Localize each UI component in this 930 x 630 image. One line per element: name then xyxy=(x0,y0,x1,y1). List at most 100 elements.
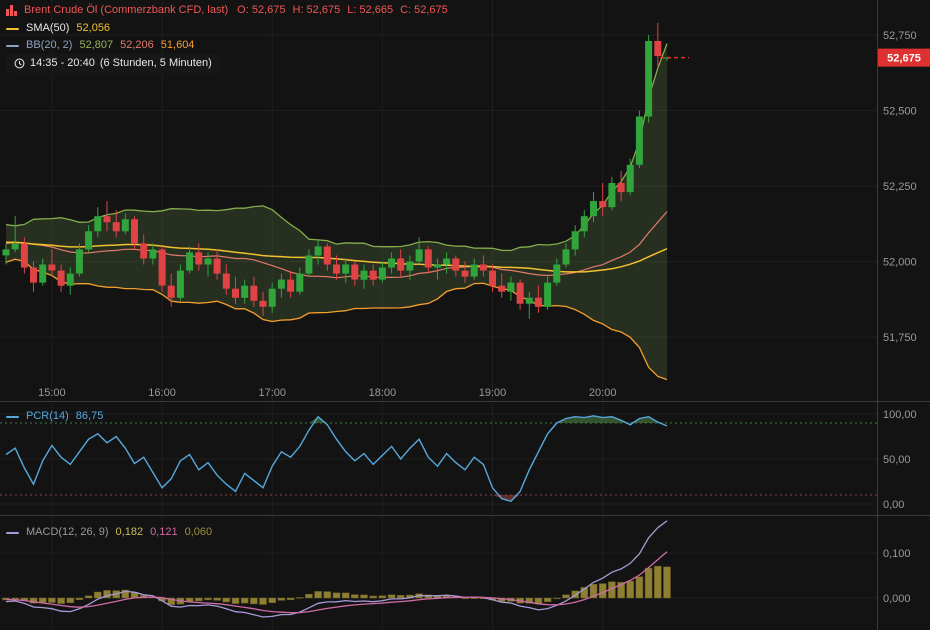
candle xyxy=(287,280,294,292)
bollinger-lower-value: 51,604 xyxy=(161,39,195,52)
macd-histogram-bar xyxy=(654,566,661,598)
macd-histogram-bar xyxy=(388,595,395,598)
candle xyxy=(269,289,276,307)
candle xyxy=(186,252,193,270)
trading-chart-app: 52,75052,50052,25052,00051,750100,0050,0… xyxy=(0,0,930,630)
bollinger-legend: BB(20, 2) 52,807 52,206 51,604 xyxy=(6,39,194,52)
axis-tick-label: 19:00 xyxy=(479,387,507,399)
candle xyxy=(39,265,46,283)
candle xyxy=(443,259,450,265)
candle xyxy=(416,249,423,261)
candle xyxy=(177,271,184,298)
candle xyxy=(260,301,267,307)
candle xyxy=(140,243,147,258)
time-axis[interactable]: 15:0016:0017:0018:0019:0020:00 xyxy=(38,387,616,399)
bollinger-upper-value: 52,807 xyxy=(79,39,113,52)
candle xyxy=(315,246,322,255)
ohlc-low: L: 52,665 xyxy=(347,4,393,17)
macd-histogram-bar xyxy=(205,598,212,600)
candle xyxy=(168,286,175,298)
macd-histogram-bar xyxy=(324,592,331,598)
macd-histogram-bar xyxy=(48,598,55,603)
macd-histogram-bar xyxy=(370,596,377,598)
macd-histogram-bar xyxy=(241,598,248,603)
candle xyxy=(379,268,386,280)
candle xyxy=(76,249,83,273)
candle xyxy=(342,265,349,274)
bollinger-fill xyxy=(6,44,667,380)
macd-signal-value: 0,121 xyxy=(150,526,178,539)
candle xyxy=(67,274,74,286)
axis-tick-label: 15:00 xyxy=(38,387,66,399)
candle xyxy=(104,216,111,222)
candle xyxy=(462,271,469,277)
candle xyxy=(305,256,312,274)
macd-histogram-bar xyxy=(462,598,469,599)
time-range-detail: (6 Stunden, 5 Minuten) xyxy=(100,57,212,70)
axis-tick-label: 52,250 xyxy=(883,181,917,193)
macd-histogram-bar xyxy=(85,596,92,598)
macd-histogram-bar xyxy=(232,598,239,604)
candle xyxy=(3,249,10,255)
candle xyxy=(654,41,661,56)
candle xyxy=(517,283,524,304)
candle xyxy=(94,216,101,231)
candle xyxy=(627,165,634,192)
macd-histogram-bar xyxy=(287,598,294,600)
candle xyxy=(471,265,478,277)
macd-histogram-bar xyxy=(351,595,358,598)
bollinger-line-swatch xyxy=(6,45,19,47)
pcr-value: 86,75 xyxy=(76,410,104,423)
sma-line-swatch xyxy=(6,28,19,30)
main-price-pane[interactable] xyxy=(3,23,690,380)
sma-value: 52,056 xyxy=(76,22,110,35)
candle xyxy=(397,259,404,271)
candle xyxy=(434,265,441,268)
candle xyxy=(48,265,55,271)
axis-tick-label: 52,000 xyxy=(883,257,917,269)
macd-histogram-bar xyxy=(305,594,312,598)
axis-tick-label: 52,500 xyxy=(883,106,917,118)
macd-histogram-bar xyxy=(645,568,652,598)
candle xyxy=(563,249,570,264)
axis-tick-label: 51,750 xyxy=(883,332,917,344)
candle xyxy=(599,201,606,207)
axis-tick-label: 18:00 xyxy=(369,387,397,399)
macd-histogram-bar xyxy=(553,598,560,599)
candle xyxy=(480,265,487,271)
macd-histogram-bar xyxy=(214,598,221,600)
candle xyxy=(526,298,533,304)
macd-label: MACD(12, 26, 9) xyxy=(26,526,109,539)
axis-tick-label: 100,00 xyxy=(883,409,917,421)
axis-tick-label: 52,675 xyxy=(887,53,921,65)
candle xyxy=(535,298,542,307)
axis-tick-label: 17:00 xyxy=(258,387,286,399)
macd-histogram-bar xyxy=(296,598,303,599)
candle xyxy=(388,259,395,268)
macd-histogram-bar xyxy=(195,598,202,601)
candle xyxy=(149,249,156,258)
axis-tick-label: 0,000 xyxy=(883,593,911,605)
ohlc-close: C: 52,675 xyxy=(400,4,448,17)
macd-histogram-bar xyxy=(94,592,101,598)
pcr-line-swatch xyxy=(6,416,19,418)
candle xyxy=(370,271,377,280)
bollinger-label: BB(20, 2) xyxy=(26,39,72,52)
candlestick-icon xyxy=(6,5,17,16)
pcr-overbought-fill xyxy=(6,416,667,423)
macd-histogram-bar xyxy=(361,595,368,598)
candle xyxy=(85,231,92,249)
candle xyxy=(489,271,496,286)
macd-histogram-bar xyxy=(223,598,230,602)
macd-histogram-bar xyxy=(278,598,285,600)
macd-histogram-bar xyxy=(315,591,322,598)
candle xyxy=(241,286,248,298)
macd-signal-line xyxy=(6,552,667,613)
candle xyxy=(608,183,615,207)
price-axis[interactable]: 52,75052,50052,25052,00051,750100,0050,0… xyxy=(878,0,930,630)
sma-legend: SMA(50) 52,056 xyxy=(6,22,110,35)
candle xyxy=(195,252,202,264)
candle xyxy=(12,243,19,249)
candle xyxy=(645,41,652,117)
candle xyxy=(333,265,340,274)
